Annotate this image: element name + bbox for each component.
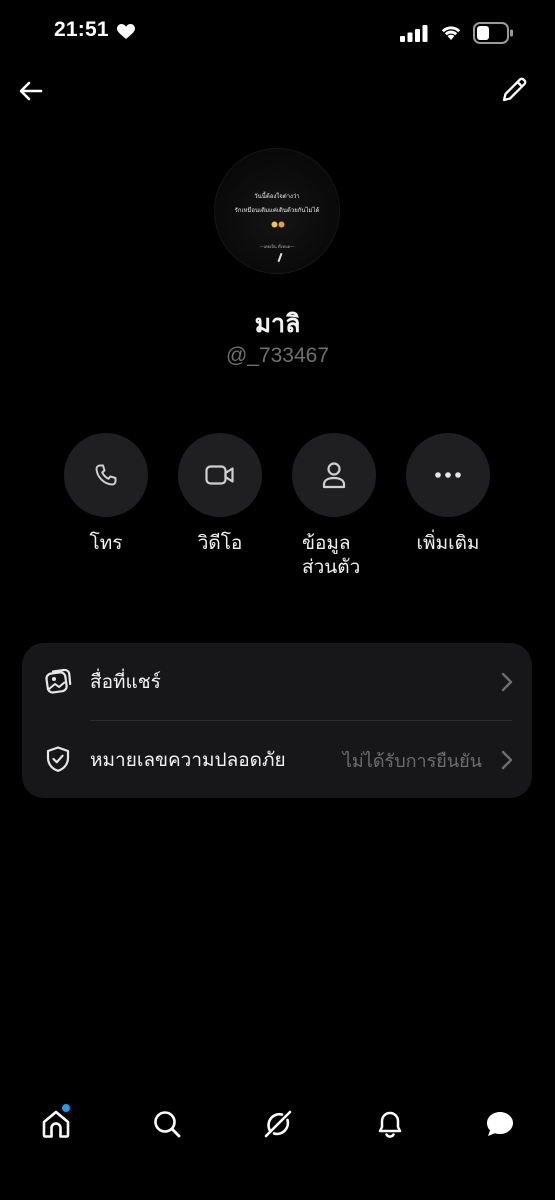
media-icon <box>45 668 72 694</box>
bell-icon <box>378 1111 402 1138</box>
more-button-circle[interactable] <box>406 433 490 517</box>
chevron-right-icon <box>501 672 513 692</box>
chevron-right-icon <box>501 750 513 770</box>
grok-icon <box>264 1110 292 1138</box>
profile-screen: 21:51 วันนี้ต้องใจต่างว่า รักเหมือนเดิมแ… <box>0 0 555 1200</box>
pencil-icon <box>502 77 527 102</box>
search-icon <box>154 1111 181 1138</box>
status-time: 21:51 <box>54 18 109 41</box>
wifi-icon <box>441 26 461 40</box>
battery-icon <box>473 22 513 44</box>
back-button[interactable] <box>14 74 48 108</box>
username: @_733467 <box>225 344 330 367</box>
person-icon <box>322 462 346 489</box>
safety-number-label: หมายเลขความปลอดภัย <box>90 749 286 771</box>
shared-media-label: สื่อที่แชร์ <box>90 671 161 693</box>
tab-home[interactable] <box>36 1104 76 1144</box>
avatar-text-line2: รักเหมือนเดิมแค่เดินด้วยกันไม่ได้ <box>234 207 320 214</box>
more-icon <box>435 472 461 478</box>
avatar-signature: —เคยเป็น ทั้งหมด— <box>259 244 295 249</box>
heart-icon <box>117 24 135 39</box>
shared-media-row[interactable]: สื่อที่แชร์ <box>22 643 532 721</box>
video-button-circle[interactable] <box>178 433 262 517</box>
arrow-left-icon <box>19 81 43 101</box>
avatar-stroke <box>277 252 283 263</box>
video-icon <box>205 465 234 485</box>
avatar[interactable]: วันนี้ต้องใจต่างว่า รักเหมือนเดิมแค่เดิน… <box>214 148 340 274</box>
profile-info-button[interactable]: ข้อมูล ส่วนตัว <box>292 433 376 579</box>
display-name: มาลิ <box>254 309 301 338</box>
more-label: เพิ่มเติม <box>416 532 480 554</box>
edit-button[interactable] <box>496 72 532 108</box>
safety-number-status: ไม่ได้รับการยืนยัน <box>342 751 482 772</box>
call-button[interactable]: โทร <box>64 433 148 555</box>
call-label: โทร <box>89 532 123 554</box>
emoji-icon <box>271 221 285 228</box>
shield-check-icon <box>46 746 70 772</box>
tab-notifications[interactable] <box>370 1104 410 1144</box>
avatar-text-line1: วันนี้ต้องใจต่างว่า <box>254 193 300 200</box>
home-icon <box>42 1110 70 1138</box>
profile-info-label-line2: ส่วนตัว <box>302 556 361 578</box>
chat-bubble-icon <box>487 1112 513 1136</box>
settings-card: สื่อที่แชร์ หมายเลขความปลอดภัย ไม่ได้รับ… <box>22 643 532 798</box>
profile-info-button-circle[interactable] <box>292 433 376 517</box>
phone-icon <box>95 464 117 486</box>
call-button-circle[interactable] <box>64 433 148 517</box>
video-label: วิดีโอ <box>197 532 243 554</box>
video-button[interactable]: วิดีโอ <box>178 433 262 555</box>
tab-grok[interactable] <box>258 1104 298 1144</box>
tab-search[interactable] <box>147 1104 187 1144</box>
safety-number-row[interactable]: หมายเลขความปลอดภัย ไม่ได้รับการยืนยัน <box>22 721 532 797</box>
more-button[interactable]: เพิ่มเติม <box>406 433 490 555</box>
tab-messages[interactable] <box>480 1104 520 1144</box>
signal-icon <box>400 25 428 42</box>
status-bar: 21:51 <box>0 0 555 64</box>
profile-info-label-line1: ข้อมูล <box>302 532 351 554</box>
home-notification-badge <box>62 1104 70 1112</box>
profile-info-label: ข้อมูล ส่วนตัว <box>292 531 376 579</box>
